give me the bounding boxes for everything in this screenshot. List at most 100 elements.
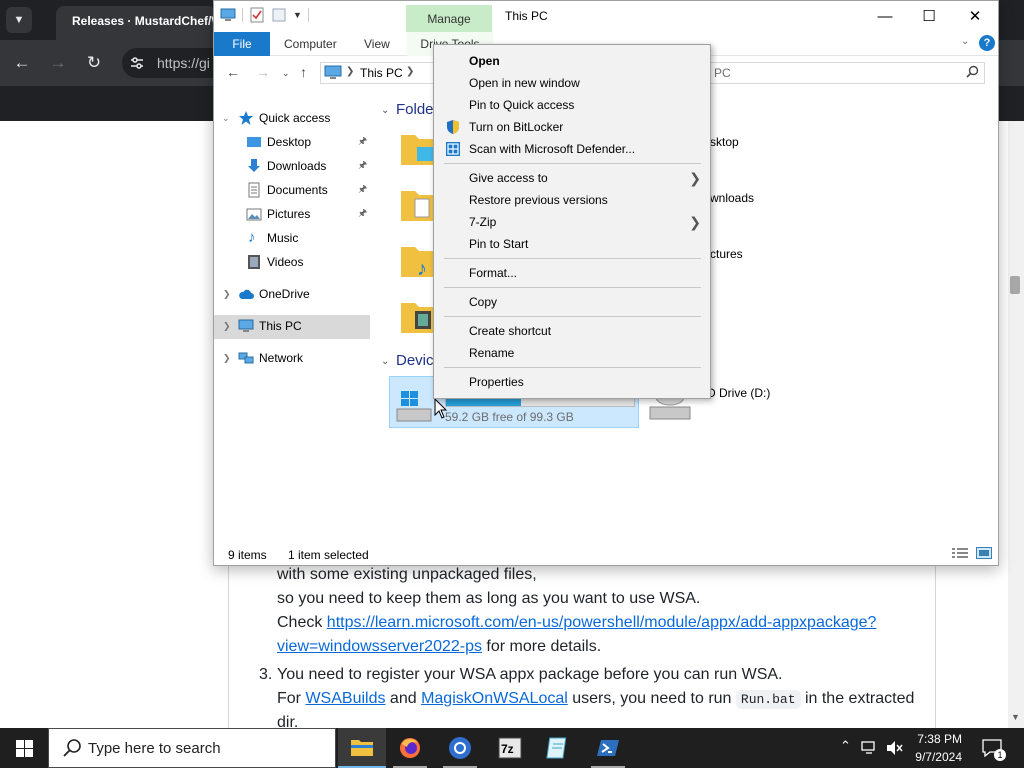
close-icon[interactable]: ✕ — [952, 5, 998, 27]
this-pc-icon — [324, 65, 342, 79]
taskbar-file-explorer[interactable] — [338, 728, 386, 768]
tab-search-dropdown-icon[interactable]: ▼ — [6, 7, 32, 33]
menu-item-properties[interactable]: Properties — [435, 371, 711, 393]
menu-item-give-access[interactable]: Give access to ❯ — [435, 167, 711, 189]
folders-group-header[interactable]: Folde — [396, 101, 434, 118]
tab-computer[interactable]: Computer — [284, 32, 337, 56]
nav-quick-access[interactable]: Quick access — [238, 106, 378, 130]
breadcrumb-this-pc[interactable]: This PC — [360, 66, 403, 80]
nav-desktop[interactable]: Desktop 🖈 — [246, 130, 370, 154]
taskbar-search-placeholder: Type here to search — [88, 740, 221, 757]
scroll-down-arrow-icon[interactable]: ▼ — [1011, 712, 1020, 722]
add-appxpackage-link-cont[interactable]: view=windowsserver2022-ps — [277, 638, 482, 655]
expand-ribbon-icon[interactable]: ⌄ — [961, 36, 969, 47]
clock-date[interactable]: 9/7/2024 — [912, 750, 962, 764]
devices-group-header[interactable]: Devic — [396, 352, 434, 369]
nav-music[interactable]: ♪ Music — [246, 226, 370, 250]
browser-tab[interactable]: Releases · MustardChef/W — [56, 6, 216, 40]
page-scrollbar[interactable] — [1008, 121, 1024, 728]
new-folder-icon[interactable] — [271, 7, 287, 23]
window-title: This PC — [505, 9, 548, 23]
tiles-view-icon[interactable] — [976, 547, 992, 559]
nav-label: Documents — [267, 183, 328, 197]
page-scroll-thumb[interactable] — [1010, 276, 1020, 294]
taskbar-powershell[interactable] — [584, 728, 632, 768]
taskbar-notepad[interactable] — [534, 728, 582, 768]
menu-item-copy[interactable]: Copy — [435, 291, 711, 313]
page-text-line: You need to register your WSA appx packa… — [277, 666, 783, 683]
details-view-icon[interactable] — [952, 547, 968, 559]
nav-videos[interactable]: Videos — [246, 250, 370, 274]
properties-icon[interactable] — [249, 7, 265, 23]
search-input[interactable] — [711, 62, 985, 84]
reload-icon[interactable]: ↻ — [83, 52, 105, 74]
menu-item-bitlocker[interactable]: Turn on BitLocker — [435, 116, 711, 138]
collapse-chevron-icon[interactable]: ⌄ — [222, 113, 230, 124]
taskbar-7zip[interactable]: 7z — [486, 728, 534, 768]
nav-documents[interactable]: Documents 🖈 — [246, 178, 370, 202]
customize-qat-icon[interactable]: ▼ — [293, 10, 302, 20]
nav-pictures[interactable]: Pictures 🖈 — [246, 202, 370, 226]
menu-item-label: Turn on BitLocker — [469, 120, 564, 134]
menu-item-defender[interactable]: Scan with Microsoft Defender... — [435, 138, 711, 160]
nav-this-pc[interactable]: This PC — [238, 314, 370, 338]
nav-onedrive[interactable]: OneDrive — [238, 282, 370, 306]
notification-count-badge: 1 — [994, 749, 1006, 761]
wsabuilds-link[interactable]: WSABuilds — [305, 690, 385, 707]
recent-locations-icon[interactable]: ⌄ — [282, 68, 290, 79]
menu-item-open-new-window[interactable]: Open in new window — [435, 72, 711, 94]
pin-icon: 🖈 — [358, 208, 368, 219]
music-note-icon: ♪ — [248, 229, 256, 246]
svg-text:7z: 7z — [501, 742, 514, 756]
up-arrow-icon[interactable]: ↑ — [300, 64, 307, 80]
help-icon[interactable]: ? — [979, 35, 995, 51]
menu-item-create-shortcut[interactable]: Create shortcut — [435, 320, 711, 342]
nav-label: Network — [259, 351, 304, 365]
nav-downloads[interactable]: Downloads 🖈 — [246, 154, 370, 178]
site-settings-icon[interactable] — [130, 55, 144, 71]
nav-label: Videos — [267, 255, 304, 269]
show-hidden-icons-chevron-icon[interactable]: ⌃ — [840, 738, 851, 754]
minimize-icon[interactable]: — — [862, 5, 908, 27]
search-icon[interactable] — [966, 65, 979, 78]
menu-item-open[interactable]: Open — [435, 50, 711, 72]
expand-chevron-icon[interactable]: ❯ — [223, 353, 231, 364]
breadcrumb-chevron-icon[interactable]: ❯ — [346, 66, 354, 77]
menu-item-rename[interactable]: Rename — [435, 342, 711, 364]
menu-item-7zip[interactable]: 7-Zip ❯ — [435, 211, 711, 233]
drive-c-usage-fill — [446, 399, 521, 406]
forward-arrow-icon[interactable]: → — [47, 52, 69, 74]
back-arrow-icon[interactable]: ← — [11, 52, 33, 74]
nav-label: This PC — [259, 319, 302, 333]
back-arrow-icon[interactable]: ← — [226, 64, 240, 80]
clock-time[interactable]: 7:38 PM — [916, 732, 962, 746]
nav-network[interactable]: Network — [238, 346, 370, 370]
add-appxpackage-link[interactable]: https://learn.microsoft.com/en-us/powers… — [327, 614, 877, 631]
expand-chevron-icon[interactable]: ❯ — [223, 289, 231, 300]
forward-arrow-icon[interactable]: → — [256, 64, 270, 80]
page-text-line: so you need to keep them as long as you … — [277, 590, 701, 607]
collapse-group-chevron-icon[interactable]: ⌄ — [381, 105, 389, 116]
cloud-icon — [239, 289, 254, 299]
tab-file[interactable]: File — [214, 32, 270, 56]
run-bat-code: Run.bat — [735, 690, 801, 709]
menu-item-format[interactable]: Format... — [435, 262, 711, 284]
menu-item-restore-versions[interactable]: Restore previous versions — [435, 189, 711, 211]
magiskonwsalocal-link[interactable]: MagiskOnWSALocal — [421, 690, 568, 707]
network-status-icon[interactable] — [861, 740, 879, 756]
taskbar-firefox[interactable] — [386, 728, 434, 768]
tab-view[interactable]: View — [364, 32, 390, 56]
maximize-icon[interactable]: ☐ — [906, 5, 952, 27]
menu-item-pin-start[interactable]: Pin to Start — [435, 233, 711, 255]
browser-url-text: https://gi — [157, 55, 210, 71]
breadcrumb-chevron-icon[interactable]: ❯ — [406, 66, 414, 77]
collapse-group-chevron-icon[interactable]: ⌄ — [381, 356, 389, 367]
manage-contextual-tab[interactable]: Manage — [406, 5, 492, 32]
start-button[interactable] — [0, 728, 48, 768]
this-pc-icon[interactable] — [220, 7, 236, 23]
menu-item-label: 7-Zip — [469, 215, 497, 229]
menu-item-pin-quick-access[interactable]: Pin to Quick access — [435, 94, 711, 116]
volume-muted-icon[interactable] — [886, 740, 904, 756]
taskbar-chrome[interactable] — [436, 728, 484, 768]
expand-chevron-icon[interactable]: ❯ — [223, 321, 231, 332]
